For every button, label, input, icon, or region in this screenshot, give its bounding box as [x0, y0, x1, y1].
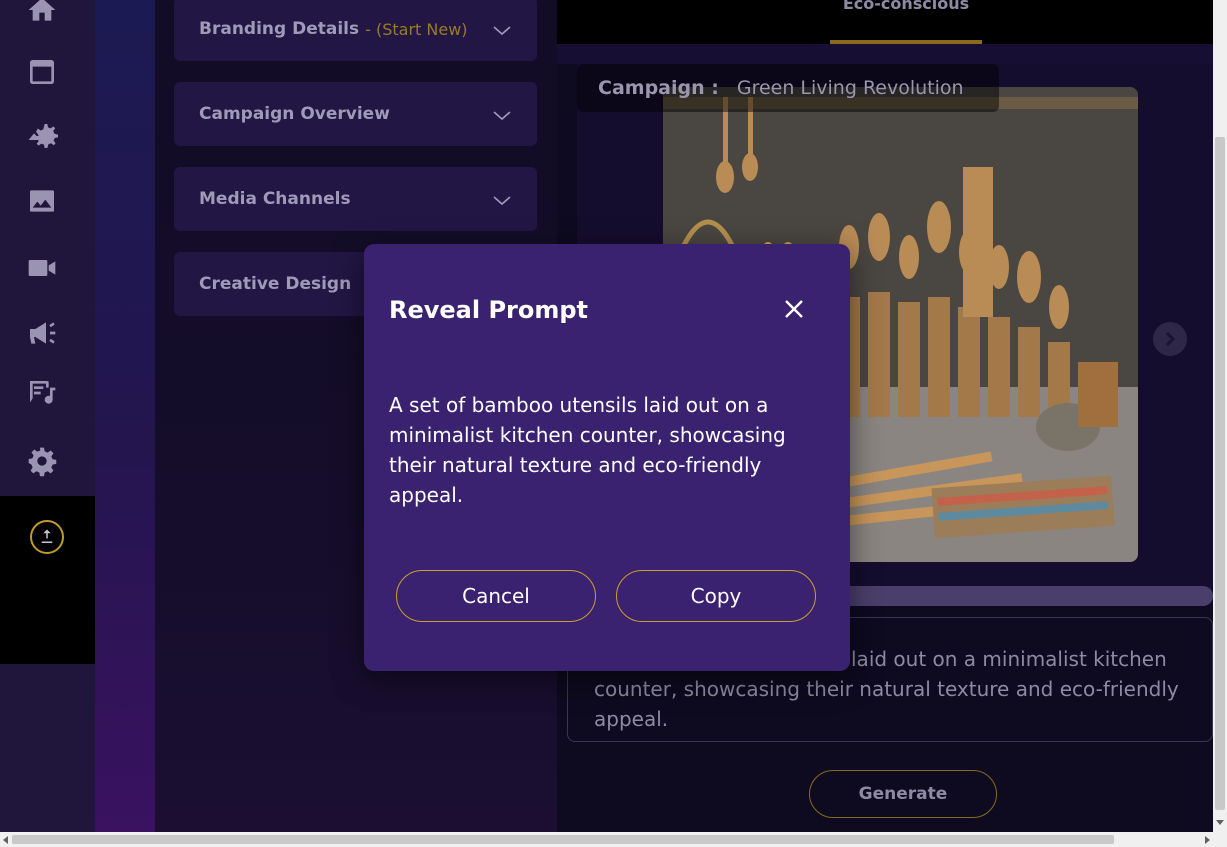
image-icon[interactable] — [22, 181, 62, 221]
chevron-down-icon — [491, 189, 513, 211]
reveal-prompt-dialog: Reveal Prompt A set of bamboo utensils l… — [364, 244, 850, 671]
chevron-down-icon — [491, 104, 513, 126]
tabs-bar: Eco-conscious — [557, 0, 1213, 44]
accordion-media-channels[interactable]: Media Channels — [174, 167, 537, 231]
scroll-right-arrow-icon[interactable] — [1205, 836, 1210, 844]
accordion-title: Creative Design — [199, 274, 352, 294]
accordion-campaign-overview[interactable]: Campaign Overview — [174, 82, 537, 146]
chevron-down-icon — [491, 19, 513, 41]
music-text-icon[interactable] — [22, 373, 62, 413]
chevron-right-icon[interactable] — [1153, 322, 1187, 356]
upload-icon[interactable] — [30, 520, 64, 554]
campaign-header: Campaign : Green Living Revolution — [577, 64, 999, 112]
tab-eco-conscious[interactable]: Eco-conscious — [830, 0, 982, 44]
campaign-name: Green Living Revolution — [736, 77, 964, 99]
settings-icon[interactable] — [22, 441, 62, 481]
icon-sidebar — [0, 0, 95, 832]
video-icon[interactable] — [22, 248, 62, 288]
accordion-title: Campaign Overview — [199, 104, 390, 124]
horizontal-scroll-thumb[interactable] — [12, 835, 1114, 844]
accordion-branding-details[interactable]: Branding Details - (Start New) — [174, 0, 537, 61]
vertical-scrollbar[interactable] — [1213, 0, 1227, 832]
accordion-subtitle: - (Start New) — [365, 19, 468, 39]
horizontal-scrollbar[interactable] — [0, 832, 1227, 847]
megaphone-icon[interactable] — [22, 313, 62, 353]
campaign-settings-icon[interactable] — [22, 116, 62, 156]
cancel-button[interactable]: Cancel — [396, 570, 596, 622]
gradient-divider — [95, 0, 155, 832]
accordion-title: Media Channels — [199, 189, 351, 209]
copy-button[interactable]: Copy — [616, 570, 816, 622]
campaign-label: Campaign : — [598, 77, 719, 99]
document-icon[interactable] — [22, 52, 62, 92]
accordion-title: Branding Details — [199, 19, 360, 39]
generate-button[interactable]: Generate — [809, 770, 997, 818]
close-icon[interactable] — [782, 297, 806, 321]
dialog-title: Reveal Prompt — [389, 296, 589, 324]
app-root: Branding Details - (Start New) Campaign … — [0, 0, 1227, 847]
scroll-left-arrow-icon[interactable] — [3, 836, 8, 844]
upload-area — [0, 496, 95, 664]
stage-strip — [557, 44, 1213, 64]
scroll-down-arrow-icon[interactable] — [1216, 820, 1224, 825]
vertical-scroll-thumb[interactable] — [1215, 137, 1225, 810]
dialog-prompt-text: A set of bamboo utensils laid out on a m… — [389, 393, 786, 507]
home-icon[interactable] — [22, 0, 62, 30]
